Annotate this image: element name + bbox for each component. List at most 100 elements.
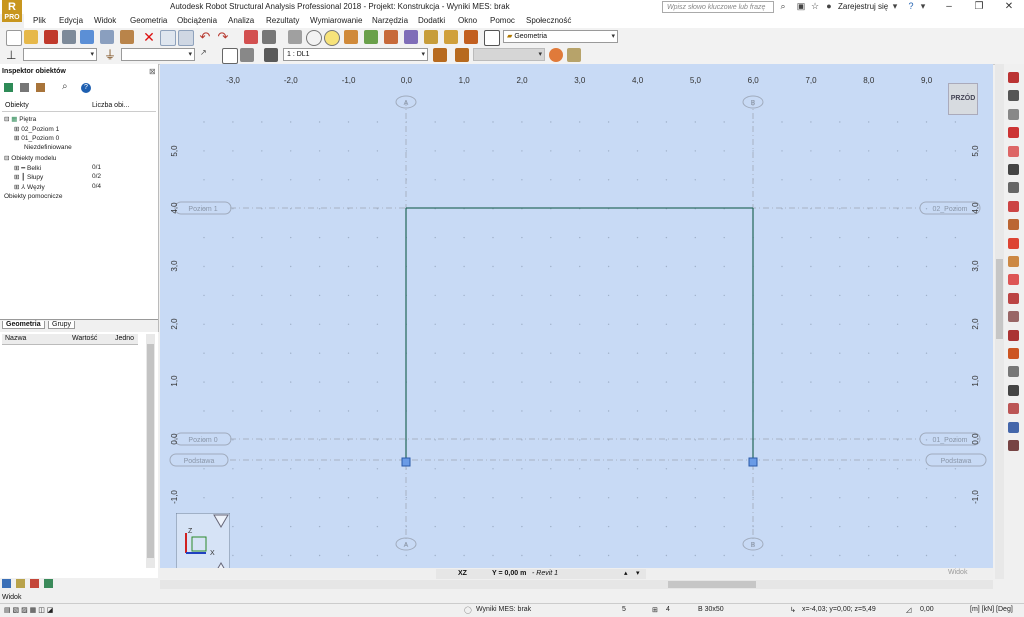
favorites-star-icon[interactable]: ☆ — [810, 1, 820, 11]
tree-item[interactable]: ⊟ Obiekty modelu — [4, 154, 56, 162]
restore-button[interactable]: ❐ — [964, 0, 994, 14]
load-case-icon[interactable] — [264, 48, 278, 62]
edit-icon[interactable] — [240, 48, 254, 62]
right-tool-icon[interactable] — [1008, 108, 1019, 120]
display-icon[interactable] — [404, 30, 418, 44]
load-prev-icon[interactable] — [433, 48, 447, 62]
search-icon[interactable]: ⌕ — [62, 81, 68, 92]
load-case-select[interactable]: 1 : DL1 ▾ — [283, 48, 428, 61]
menu-widok[interactable]: Widok — [94, 16, 116, 25]
help-icon[interactable]: ? — [906, 1, 916, 11]
menu-narzedzia[interactable]: Narzędzia — [372, 16, 408, 25]
menu-edycja[interactable]: Edycja — [59, 16, 83, 25]
history-icon[interactable] — [16, 579, 25, 588]
right-tool-icon[interactable] — [1008, 329, 1019, 341]
column-objects[interactable]: Obiekty — [5, 102, 29, 109]
tree-item[interactable]: ⊞ ━ Belki — [14, 164, 41, 172]
chevron-up-icon[interactable]: ▴ — [624, 569, 628, 577]
right-tool-icon[interactable] — [1008, 182, 1019, 194]
status-section[interactable]: B 30x50 — [698, 606, 724, 613]
right-tool-icon[interactable] — [1008, 72, 1019, 83]
menu-analiza[interactable]: Analiza — [228, 16, 254, 25]
view-cube-front-button[interactable]: PRZÓD — [948, 83, 978, 115]
section-icon[interactable] — [424, 30, 438, 44]
grid-icon[interactable] — [262, 30, 276, 44]
right-tool-icon[interactable] — [1008, 403, 1019, 415]
right-tool-icon[interactable] — [1008, 440, 1019, 451]
right-tool-icon[interactable] — [1008, 90, 1019, 102]
lock-icon[interactable] — [288, 30, 302, 44]
menu-plik[interactable]: Plik — [33, 16, 46, 25]
chevron-down-icon[interactable]: ▾ — [890, 1, 900, 11]
canvas-horizontal-scrollbar[interactable] — [160, 580, 993, 589]
load-next-icon[interactable] — [455, 48, 469, 62]
views-icon[interactable] — [44, 579, 53, 588]
status-value-2[interactable]: 4 — [666, 606, 670, 613]
print-icon[interactable] — [62, 30, 76, 44]
tree-item[interactable]: Niezdefiniowane — [24, 144, 72, 151]
minimize-button[interactable]: – — [934, 0, 964, 14]
user-icon[interactable]: ● — [824, 1, 834, 11]
composer-icon[interactable] — [120, 30, 134, 44]
paste-icon[interactable] — [178, 30, 194, 46]
new-file-icon[interactable] — [6, 30, 22, 46]
list-icon[interactable] — [484, 30, 500, 46]
tables-icon[interactable] — [244, 30, 258, 44]
app-logo[interactable]: R PRO — [2, 0, 22, 22]
support-left[interactable] — [401, 457, 411, 467]
open-folder-icon[interactable] — [24, 30, 38, 44]
right-tool-icon[interactable] — [1008, 219, 1019, 231]
status-icons[interactable]: ▤ ▧ ▨ ▦ ◫ ◪ — [4, 606, 53, 614]
menu-geometria[interactable]: Geometria — [130, 16, 167, 25]
right-tool-icon[interactable] — [1008, 127, 1019, 139]
support-right[interactable] — [748, 457, 758, 467]
zoom-icon[interactable] — [306, 30, 322, 46]
column-unit[interactable]: Jedno — [115, 335, 134, 342]
tree-view-icon[interactable] — [4, 83, 13, 92]
scroll-thumb[interactable] — [668, 581, 756, 588]
right-tool-icon[interactable] — [1008, 256, 1019, 267]
structure-icon[interactable] — [384, 30, 398, 44]
help-dropdown-icon[interactable]: ▾ — [918, 1, 928, 11]
right-tool-icon[interactable] — [1008, 366, 1019, 378]
view-plane[interactable]: XZ — [458, 570, 467, 577]
snap-icon[interactable] — [364, 30, 378, 44]
close-icon[interactable]: ⊠ — [149, 67, 156, 76]
tree-item[interactable]: ⊞ ┃ Słupy — [14, 173, 43, 181]
bar-icon[interactable]: ⏚ — [104, 48, 118, 62]
status-units[interactable]: [m] [kN] [Deg] — [970, 606, 1013, 613]
view-position[interactable]: Y = 0,00 m — [492, 570, 526, 577]
tree-item[interactable]: ⊞ 02_Poziom 1 — [14, 125, 59, 133]
status-value-1[interactable]: 5 — [622, 606, 626, 613]
search-input[interactable]: Wpisz słowo kluczowe lub frazę — [662, 1, 774, 13]
tree-icon[interactable] — [2, 579, 11, 588]
tab-grupy[interactable]: Grupy — [48, 321, 76, 329]
menu-obciazenia[interactable]: Obciążenia — [177, 16, 217, 25]
close-button[interactable]: ✕ — [994, 0, 1024, 14]
tree-item[interactable]: ⊟ ▦ Piętra — [4, 115, 36, 123]
register-button[interactable]: Zarejestruj się — [838, 2, 888, 11]
help-icon[interactable]: ? — [81, 83, 91, 93]
node-select[interactable]: ▾ — [23, 48, 97, 61]
scroll-thumb[interactable] — [996, 259, 1003, 339]
properties-scrollbar[interactable] — [146, 334, 155, 568]
scroll-thumb[interactable] — [147, 344, 154, 558]
column-count[interactable]: Liczba obi... — [92, 102, 129, 109]
layout-select[interactable]: ▰ Geometria ▾ — [503, 30, 618, 43]
layers-icon[interactable] — [30, 579, 39, 588]
delete-icon[interactable]: ✕ — [142, 30, 156, 44]
right-tool-icon[interactable] — [1008, 274, 1019, 286]
undo-icon[interactable]: ↶ — [198, 30, 212, 44]
filter-icon[interactable] — [222, 48, 238, 64]
node-icon[interactable]: ⊥ — [6, 48, 20, 62]
chevron-down-icon[interactable]: ▾ — [636, 569, 640, 577]
tree-item[interactable]: ⊞ ⅄ Węzły — [14, 183, 45, 191]
menu-pomoc[interactable]: Pomoc — [490, 16, 515, 25]
menu-rezultaty[interactable]: Rezultaty — [266, 16, 299, 25]
menu-okno[interactable]: Okno — [458, 16, 477, 25]
status-angle[interactable]: 0,00 — [920, 606, 934, 613]
right-tool-icon[interactable] — [1008, 164, 1019, 175]
pan-icon[interactable] — [344, 30, 358, 44]
filter-icon[interactable] — [20, 83, 29, 92]
right-tool-icon[interactable] — [1008, 384, 1019, 396]
